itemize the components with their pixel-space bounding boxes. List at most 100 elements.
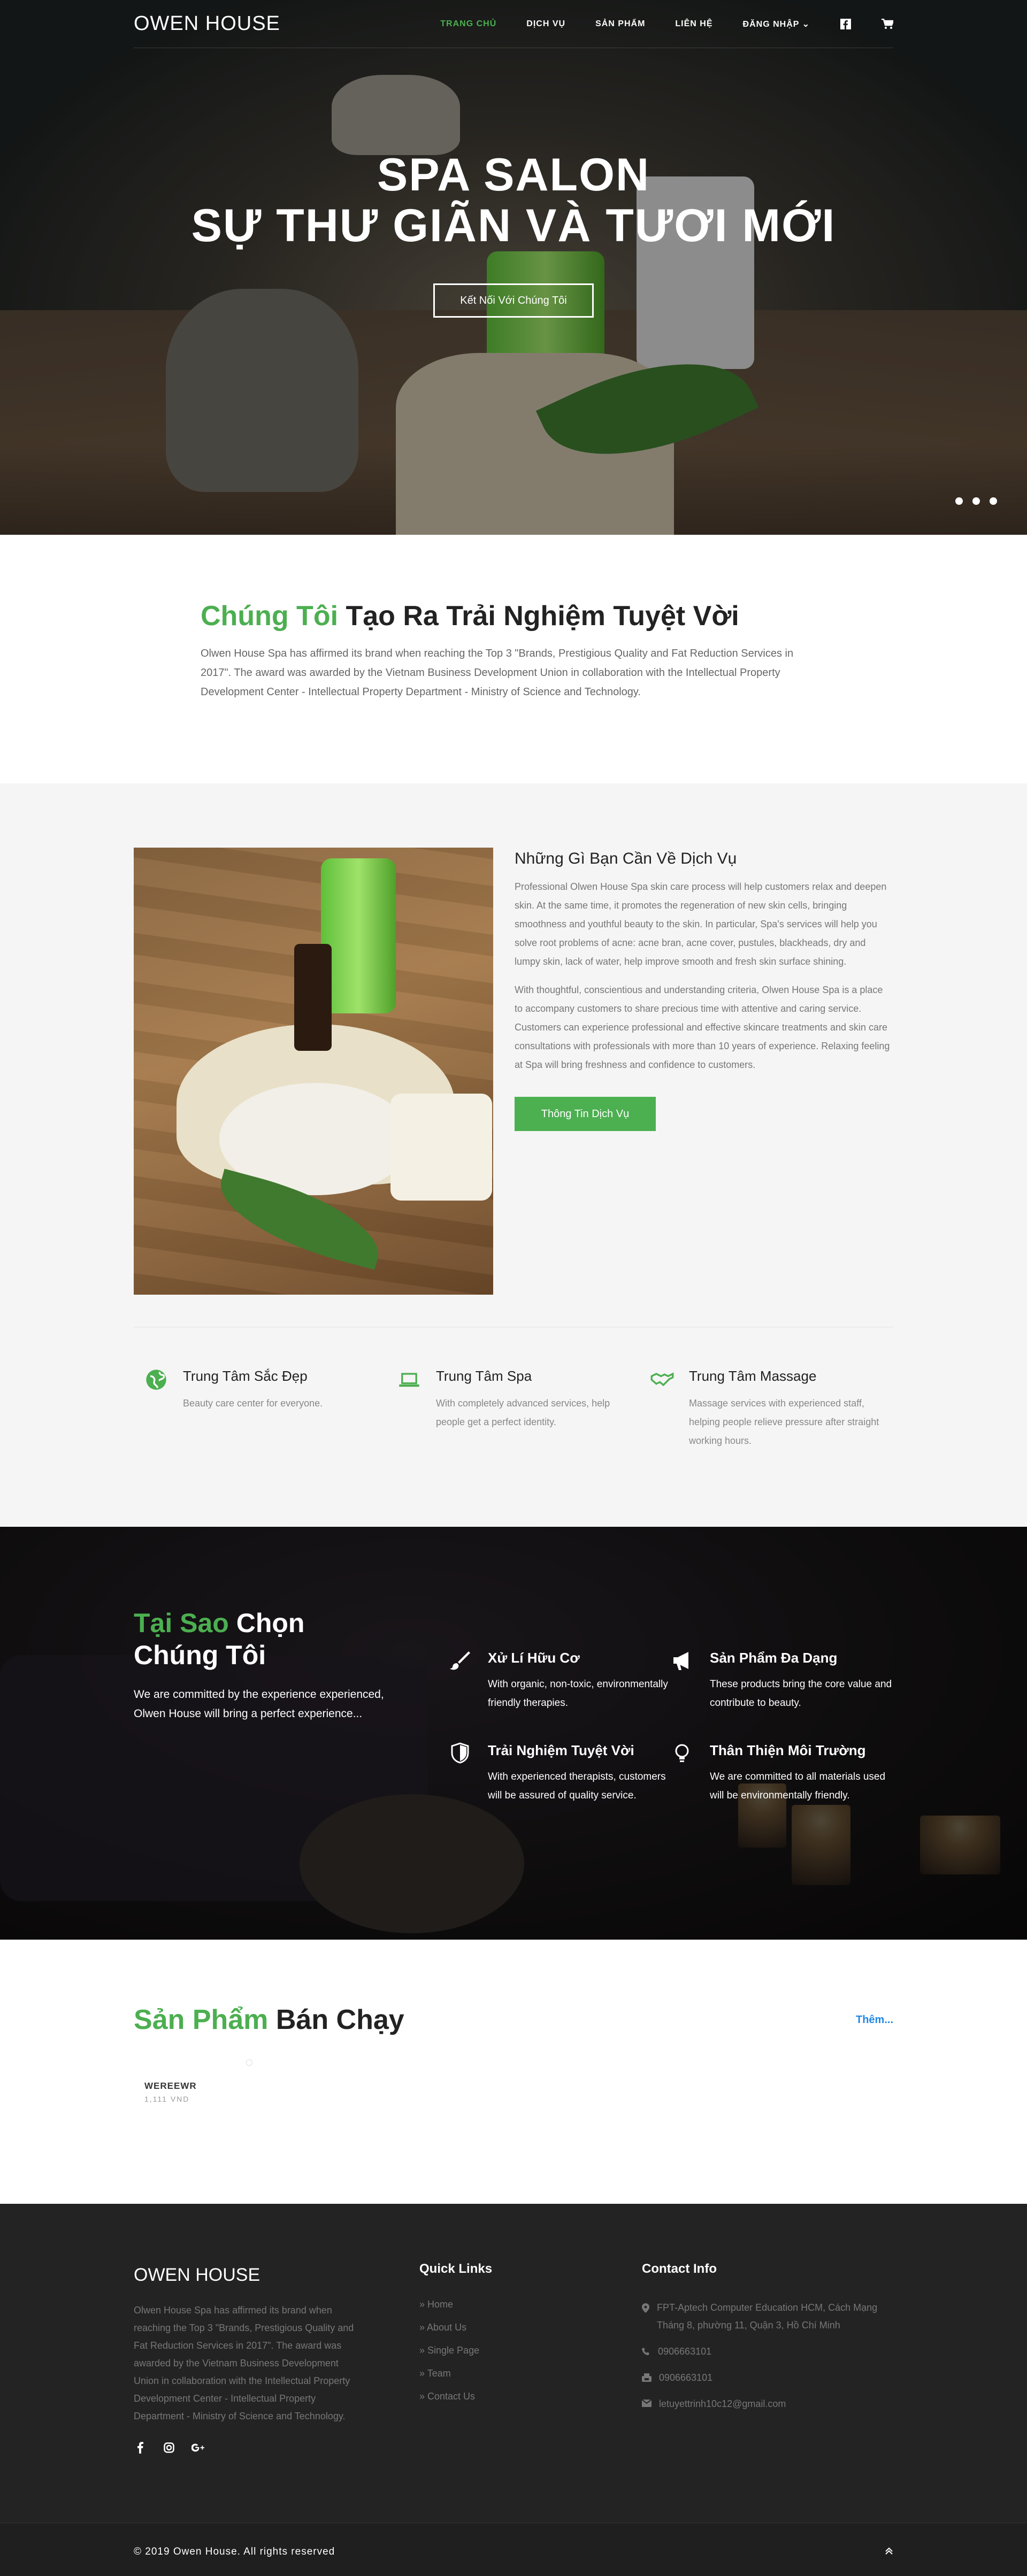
facebook-icon[interactable] — [840, 18, 852, 30]
footer-link-label: Home — [427, 2299, 454, 2310]
nav-login-label: ĐĂNG NHẬP — [742, 19, 800, 29]
hero-connect-button[interactable]: Kết Nối Với Chúng Tôi — [433, 283, 594, 318]
footer-link-about[interactable]: » About Us — [419, 2322, 642, 2333]
globe-icon — [146, 1370, 166, 1390]
laptop-icon — [399, 1373, 419, 1387]
contact-address-text: FPT-Aptech Computer Education HCM, Cách … — [657, 2302, 878, 2331]
footer-link-label: About Us — [427, 2322, 467, 2333]
intro-section: Chúng Tôi Tạo Ra Trải Nghiệm Tuyệt Vời O… — [0, 535, 1027, 783]
feature-title: Trung Tâm Spa — [436, 1368, 532, 1384]
map-marker-icon — [642, 2303, 649, 2313]
facebook-icon[interactable] — [134, 2441, 147, 2454]
footer-bottom-bar: © 2019 Owen House. All rights reserved — [0, 2523, 1027, 2576]
intro-text: Olwen House Spa has affirmed its brand w… — [201, 648, 794, 698]
footer-link-label: Team — [427, 2368, 451, 2379]
why-item-text: These products bring the core value and … — [710, 1679, 892, 1709]
navbar: OWEN HOUSE TRANG CHỦ DỊCH VỤ SẢN PHẨM LI… — [0, 0, 1027, 48]
products-title-rest: Bán Chạy — [268, 2004, 404, 2035]
product-card[interactable]: WEREEWR 1,111 VND — [134, 2059, 257, 2103]
contact-info: FPT-Aptech Computer Education HCM, Cách … — [642, 2299, 893, 2413]
slider-dots — [955, 497, 997, 505]
more-products-link[interactable]: Thêm... — [856, 2014, 893, 2026]
instagram-icon[interactable] — [163, 2441, 175, 2454]
contact-address: FPT-Aptech Computer Education HCM, Cách … — [642, 2299, 893, 2334]
contact-email[interactable]: letuyettrinh10c12@gmail.com — [642, 2395, 893, 2413]
contact-email-text: letuyettrinh10c12@gmail.com — [659, 2398, 786, 2409]
nav-login[interactable]: ĐĂNG NHẬP ⌄ — [743, 19, 810, 29]
why-title: Tại Sao Chọn Chúng Tôi — [134, 1607, 396, 1671]
footer-link-home[interactable]: » Home — [419, 2299, 642, 2310]
footer-link-contact[interactable]: » Contact Us — [419, 2391, 642, 2402]
intro-title-rest: Tạo Ra Trải Nghiệm Tuyệt Vời — [338, 601, 739, 632]
footer-link-label: Single Page — [427, 2345, 480, 2356]
why-item: Sản Phẩm Đa Dạng These products bring th… — [671, 1650, 893, 1712]
contact-fax: 0906663101 — [642, 2369, 893, 2387]
scroll-top-icon[interactable] — [885, 2547, 893, 2558]
contact-phone-text: 0906663101 — [658, 2346, 712, 2357]
services-title: Những Gì Bạn Cần Về Dịch Vụ — [515, 850, 737, 867]
services-paragraph-2: With thoughtful, conscientious and under… — [515, 985, 890, 1070]
cart-icon[interactable] — [882, 18, 893, 30]
features-row: Trung Tâm Sắc Đẹp Beauty care center for… — [134, 1327, 893, 1450]
hero-title-line2: SỰ THƯ GIÃN VÀ TƯƠI MỚI — [191, 199, 836, 251]
product-image-placeholder — [134, 2059, 257, 2081]
footer-link-single-page[interactable]: » Single Page — [419, 2345, 642, 2356]
why-item: Xử Lí Hữu Cơ With organic, non-toxic, en… — [449, 1650, 671, 1712]
why-item-title: Sản Phẩm Đa Dạng — [710, 1650, 838, 1666]
why-text: We are committed by the experience exper… — [134, 1688, 384, 1720]
shield-icon — [451, 1742, 469, 1764]
hero-title-line1: SPA SALON — [377, 149, 650, 201]
google-plus-icon[interactable] — [191, 2441, 204, 2454]
footer-link-label: Contact Us — [427, 2391, 476, 2402]
why-item: Thân Thiện Môi Trường We are committed t… — [671, 1742, 893, 1805]
why-item-text: With organic, non-toxic, environmentally… — [488, 1679, 668, 1709]
contact-phone: 0906663101 — [642, 2343, 893, 2360]
brush-icon — [450, 1651, 470, 1670]
why-item-text: With experienced therapists, customers w… — [488, 1771, 666, 1801]
footer-logo[interactable]: OWEN HOUSE — [134, 2265, 419, 2286]
phone-icon — [642, 2348, 649, 2355]
fax-icon — [642, 2373, 652, 2382]
nav-home[interactable]: TRANG CHỦ — [440, 19, 496, 29]
envelope-icon — [642, 2400, 652, 2407]
nav-products[interactable]: SẢN PHẨM — [595, 19, 645, 29]
slider-dot[interactable] — [990, 497, 997, 505]
feature-text: Beauty care center for everyone. — [183, 1398, 323, 1409]
chevron-down-icon: ⌄ — [802, 19, 810, 29]
feature-text: Massage services with experienced staff,… — [689, 1398, 879, 1446]
service-info-button[interactable]: Thông Tin Dịch Vụ — [515, 1097, 656, 1131]
feature-title: Trung Tâm Massage — [689, 1368, 817, 1384]
main-menu: TRANG CHỦ DỊCH VỤ SẢN PHẨM LIÊN HỆ ĐĂNG … — [440, 18, 893, 30]
why-item: Trải Nghiệm Tuyệt Vời With experienced t… — [449, 1742, 671, 1805]
contact-fax-text: 0906663101 — [659, 2372, 713, 2383]
services-section: Những Gì Bạn Cần Về Dịch Vụ Professional… — [0, 783, 1027, 1527]
logo[interactable]: OWEN HOUSE — [134, 12, 280, 35]
why-title-highlight: Tại Sao — [134, 1608, 229, 1638]
nav-contact[interactable]: LIÊN HỆ — [675, 19, 712, 29]
feature-item: Trung Tâm Massage Massage services with … — [640, 1368, 893, 1450]
intro-title-highlight: Chúng Tôi — [201, 601, 339, 632]
nav-services[interactable]: DỊCH VỤ — [526, 19, 565, 29]
slider-dot[interactable] — [955, 497, 963, 505]
product-name: WEREEWR — [144, 2081, 197, 2091]
slider-dot[interactable] — [972, 497, 980, 505]
why-item-title: Trải Nghiệm Tuyệt Vời — [488, 1742, 634, 1758]
footer-link-team[interactable]: » Team — [419, 2368, 642, 2379]
social-links — [134, 2441, 419, 2454]
hero-title: SPA SALON SỰ THƯ GIÃN VÀ TƯƠI MỚI — [0, 150, 1027, 251]
why-item-title: Xử Lí Hữu Cơ — [488, 1650, 580, 1666]
why-item-title: Thân Thiện Môi Trường — [710, 1742, 866, 1758]
products-section: Sản Phẩm Bán Chạy Thêm... WEREEWR 1,111 … — [0, 1940, 1027, 2204]
feature-item: Trung Tâm Sắc Đẹp Beauty care center for… — [134, 1368, 387, 1450]
feature-item: Trung Tâm Spa With completely advanced s… — [387, 1368, 640, 1450]
hero-overlay — [0, 0, 1027, 535]
contact-info-title: Contact Info — [642, 2262, 717, 2276]
products-title-highlight: Sản Phẩm — [134, 2004, 269, 2035]
copyright: © 2019 Owen House. All rights reserved — [134, 2546, 335, 2557]
footer-about: Olwen House Spa has affirmed its brand w… — [134, 2305, 354, 2421]
why-item-text: We are committed to all materials used w… — [710, 1771, 886, 1801]
megaphone-icon — [673, 1652, 688, 1670]
feature-text: With completely advanced services, help … — [436, 1398, 610, 1427]
intro-title: Chúng Tôi Tạo Ra Trải Nghiệm Tuyệt Vời — [201, 600, 826, 632]
services-image — [134, 848, 493, 1295]
